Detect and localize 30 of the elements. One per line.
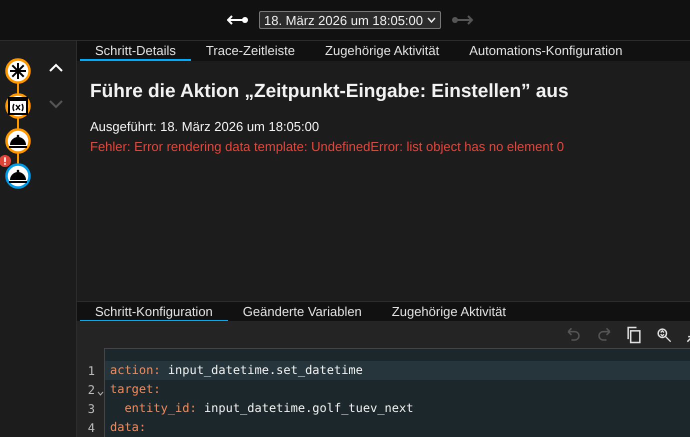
tab[interactable]: Schritt-Details — [80, 41, 191, 61]
code-key: action: — [110, 363, 161, 377]
line-number: 4 — [88, 420, 95, 434]
tab[interactable]: Trace-Zeitleiste — [190, 41, 310, 61]
asterisk-node-icon[interactable] — [5, 58, 31, 84]
executed-text: Ausgeführt: 18. März 2026 um 18:05:00 — [90, 119, 320, 134]
code-key: target: — [110, 382, 161, 396]
run-select[interactable]: 18. März 2026 um 18:05:00 — [259, 11, 441, 29]
previous-run-icon[interactable] — [227, 15, 249, 25]
cloche-node-icon[interactable] — [5, 163, 31, 189]
fold-chevron-icon[interactable] — [97, 391, 104, 396]
tab[interactable]: Zugehörige Aktivität — [310, 41, 454, 61]
line-number: 2 — [88, 382, 95, 396]
line-number: 1 — [88, 364, 95, 378]
error-message: Fehler: Error rendering data template: UndefinedError: list object has no element 0 — [90, 139, 566, 154]
next-run-icon[interactable] — [451, 15, 473, 25]
chevron-up-icon[interactable] — [49, 63, 63, 72]
tab[interactable]: Automations-Konfiguration — [454, 41, 638, 61]
tab[interactable]: Geänderte Variablen — [228, 302, 377, 322]
code-value: input_datetime.golf_tuev_next — [204, 401, 414, 415]
code-key: data: — [110, 420, 146, 434]
tab[interactable]: Zugehörige Aktivität — [376, 302, 521, 322]
line-number: 3 — [88, 402, 95, 416]
cloche-node-icon[interactable] — [5, 128, 31, 154]
chevron-down-icon — [427, 17, 436, 23]
code-value: input_datetime.set_datetime — [168, 363, 363, 377]
code-editor[interactable]: action: input_datetime.set_datetime target: entity_id: input_datetime.golf_tuev_next data: — [104, 348, 690, 437]
variables-node-icon[interactable] — [5, 93, 31, 119]
step-title: Führe die Aktion „Zeitpunkt-Eingabe: Einstellen” aus — [90, 81, 570, 103]
code-key: entity_id: — [110, 401, 197, 415]
